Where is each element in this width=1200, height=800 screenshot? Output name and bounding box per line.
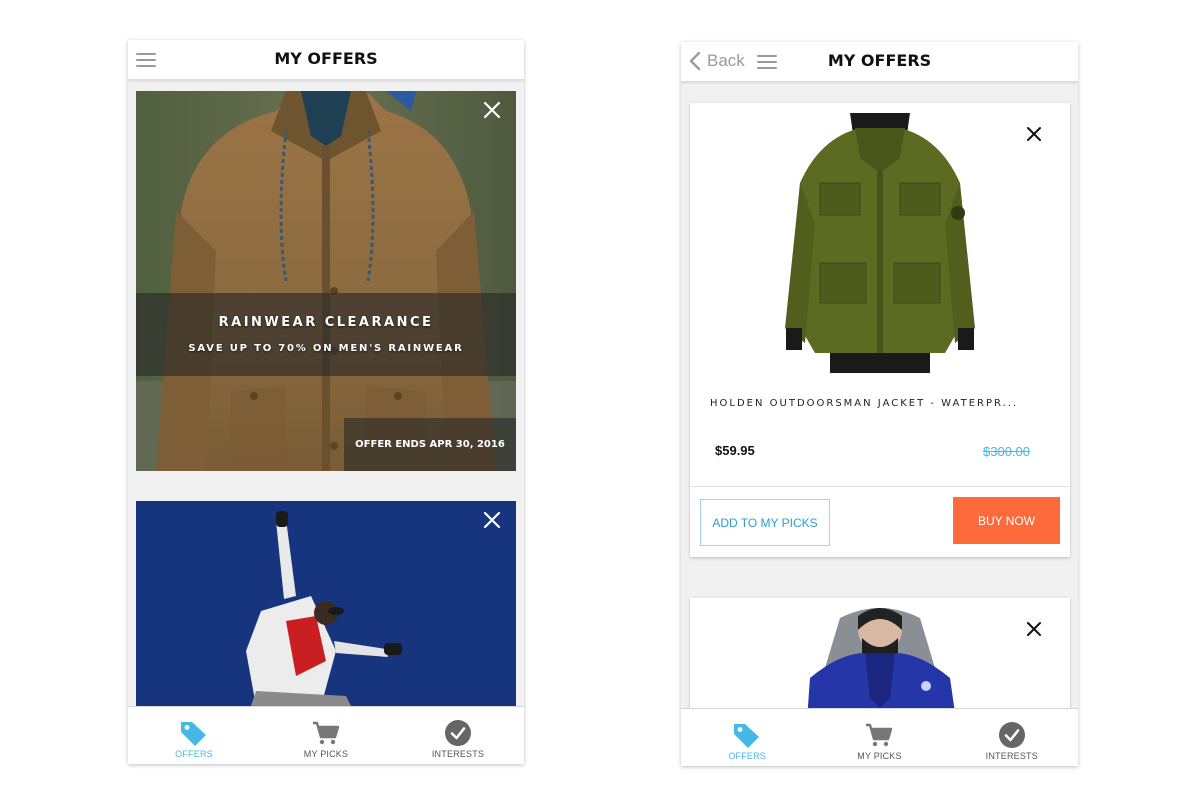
product-card[interactable]: HOLDEN OUTDOORSMAN JACKET - WATERPR... $…: [690, 103, 1070, 557]
app-header: MY OFFERS: [128, 40, 524, 80]
tab-label: INTERESTS: [985, 751, 1038, 761]
check-circle-icon: [998, 721, 1026, 749]
tab-offers[interactable]: OFFERS: [128, 707, 260, 764]
offer-card-rainwear[interactable]: RAINWEAR CLEARANCE SAVE UP TO 70% ON MEN…: [136, 91, 516, 471]
tab-label: OFFERS: [175, 749, 213, 759]
cart-icon: [312, 719, 340, 747]
offer-title: RAINWEAR CLEARANCE: [218, 315, 434, 330]
offer-expiry: OFFER ENDS APR 30, 2016: [344, 418, 516, 471]
close-icon[interactable]: [481, 509, 503, 531]
tab-my-picks[interactable]: MY PICKS: [813, 709, 945, 766]
tab-my-picks[interactable]: MY PICKS: [260, 707, 392, 764]
close-icon[interactable]: [481, 99, 503, 121]
sale-price: $59.95: [715, 443, 755, 458]
offers-screen-left: MY OFFERS RAINWEAR CLEARANCE SAVE UP TO …: [128, 40, 524, 764]
tab-label: MY PICKS: [857, 751, 902, 761]
tab-label: INTERESTS: [431, 749, 485, 759]
tab-interests[interactable]: INTERESTS: [392, 707, 524, 764]
offers-screen-right: Back MY OFFERS HOLDEN OUTDOORSMAN JACKET…: [681, 42, 1078, 766]
tag-icon: [179, 719, 209, 747]
offer-subtitle: SAVE UP TO 70% ON MEN'S RAINWEAR: [188, 343, 464, 354]
tag-icon: [732, 721, 762, 749]
close-icon[interactable]: [1023, 618, 1045, 640]
man-in-brown-rain-jacket-photo: [136, 91, 516, 471]
close-icon[interactable]: [1023, 123, 1045, 145]
cart-icon: [865, 721, 893, 749]
check-circle-icon: [444, 719, 472, 747]
bottom-tab-bar: OFFERS MY PICKS INTERESTS: [128, 706, 524, 764]
original-price: $300.00: [983, 444, 1030, 459]
tab-label: MY PICKS: [303, 749, 349, 759]
product-name: HOLDEN OUTDOORSMAN JACKET - WATERPR...: [710, 398, 1019, 409]
app-header: Back MY OFFERS: [681, 42, 1078, 82]
tab-offers[interactable]: OFFERS: [681, 709, 813, 766]
tab-interests[interactable]: INTERESTS: [946, 709, 1078, 766]
offer-card-ski[interactable]: [136, 501, 516, 711]
offer-banner: RAINWEAR CLEARANCE SAVE UP TO 70% ON MEN…: [136, 293, 516, 376]
bottom-tab-bar: OFFERS MY PICKS INTERESTS: [681, 708, 1078, 766]
divider: [690, 486, 1070, 487]
add-to-my-picks-button[interactable]: ADD TO MY PICKS: [700, 499, 830, 546]
tab-label: OFFERS: [728, 751, 767, 761]
page-title: MY OFFERS: [827, 51, 932, 70]
buy-now-button[interactable]: BUY NOW: [953, 497, 1060, 544]
page-title: MY OFFERS: [274, 49, 378, 68]
olive-green-jacket-photo: [785, 113, 975, 373]
skier-jumping-against-blue-sky-photo: [136, 501, 516, 711]
